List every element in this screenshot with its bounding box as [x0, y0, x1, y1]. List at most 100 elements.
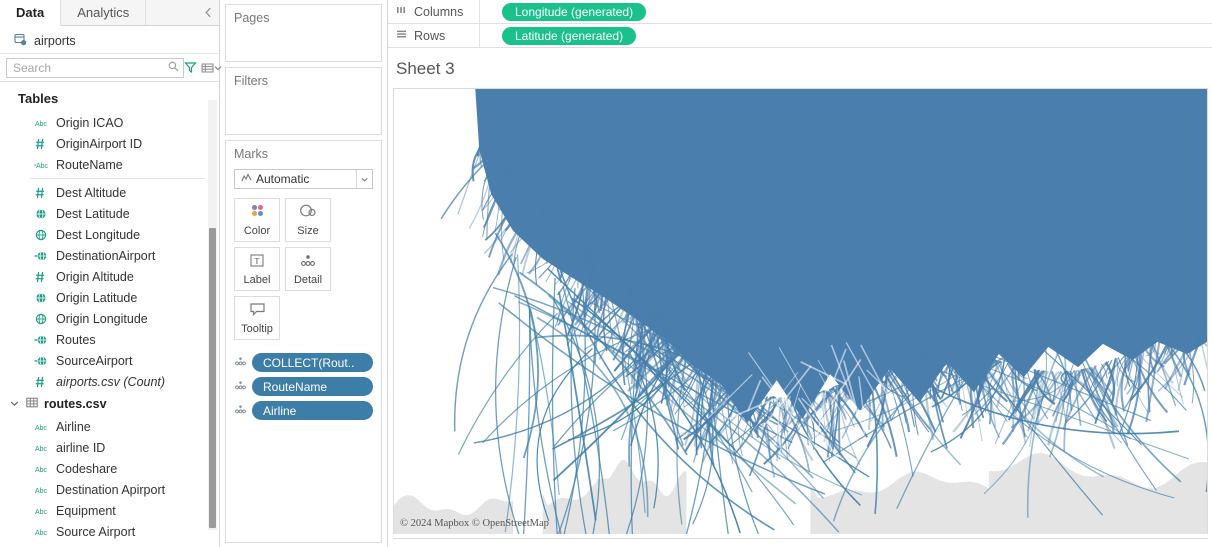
color-palette-icon: [249, 203, 266, 222]
caret-down-icon[interactable]: [214, 58, 222, 78]
data-pane-scrollbar[interactable]: [208, 100, 217, 530]
marks-detail-button[interactable]: Detail: [285, 247, 331, 291]
marks-color-button[interactable]: Color: [234, 198, 280, 242]
marks-tooltip-button[interactable]: Tooltip: [234, 296, 280, 340]
tab-data[interactable]: Data: [0, 0, 62, 26]
route-map-graphic: [394, 89, 1207, 534]
tab-analytics[interactable]: Analytics: [61, 0, 147, 25]
landmass-shape: [988, 452, 1207, 534]
chevron-down-icon[interactable]: [10, 399, 20, 409]
field-label: Equipment: [56, 503, 116, 518]
search-box[interactable]: [6, 57, 184, 78]
marks-label-label: Label: [243, 273, 271, 286]
field-item[interactable]: Abc airline ID: [0, 437, 219, 458]
search-icon: [168, 61, 179, 75]
tab-data-label: Data: [16, 5, 45, 20]
field-label: Airline: [56, 419, 91, 434]
field-item[interactable]: Routes: [0, 329, 219, 350]
pill-longitude-generated[interactable]: Longitude (generated): [502, 2, 647, 21]
mark-type-label: Automatic: [256, 172, 310, 186]
abc-icon: Abc: [34, 441, 48, 455]
chevron-left-icon[interactable]: [197, 0, 219, 25]
field-item[interactable]: Origin Altitude: [0, 266, 219, 287]
svg-text:Abc: Abc: [35, 425, 48, 432]
hash-number-icon: [34, 137, 48, 151]
marks-color-label: Color: [243, 225, 271, 237]
route-line: [495, 256, 520, 534]
field-label: Destination Apirport: [56, 482, 166, 497]
globe-geo-link-icon: [34, 249, 48, 263]
marks-label-button[interactable]: T Label: [234, 247, 280, 291]
field-label: DestinationAirport: [56, 248, 156, 263]
marks-pill[interactable]: COLLECT(Rout..: [252, 353, 373, 372]
marks-card-title: Marks: [234, 147, 269, 161]
field-item[interactable]: Abc RouteName: [0, 154, 219, 175]
worksheet-bottom-strip: [393, 538, 1208, 547]
field-item[interactable]: Abc Airline: [0, 416, 219, 437]
size-circles-icon: [299, 203, 317, 222]
route-strand: [457, 143, 484, 215]
field-item[interactable]: Dest Longitude: [0, 224, 219, 245]
table-group-header[interactable]: routes.csv: [0, 392, 219, 416]
tab-analytics-label: Analytics: [77, 5, 130, 20]
marks-pill[interactable]: Airline: [252, 401, 373, 420]
field-item[interactable]: Abc Origin ICAO: [0, 112, 219, 133]
map-canvas[interactable]: [394, 89, 1207, 534]
field-item[interactable]: Abc Codeshare: [0, 458, 219, 479]
tables-section-header: Tables: [18, 91, 59, 106]
route-strand: [1011, 364, 1015, 432]
data-pane: Data Analytics airports Search Tables Ab…: [0, 0, 222, 547]
marks-pills: COLLECT(Rout.. RouteName Airline: [234, 353, 373, 420]
route-strand: [683, 345, 687, 367]
field-item[interactable]: Abc Source Airport: [0, 521, 219, 542]
field-item[interactable]: Abc Equipment: [0, 500, 219, 521]
scrollbar-thumb[interactable]: [209, 228, 216, 528]
worksheet-title[interactable]: Sheet 3: [388, 48, 1212, 88]
columns-shelf[interactable]: Columns Longitude (generated): [388, 0, 1212, 24]
grid-view-icon[interactable]: [201, 58, 214, 78]
field-label: airline ID: [56, 440, 106, 455]
filter-funnel-icon[interactable]: [184, 58, 197, 78]
field-item[interactable]: airports.csv (Count): [0, 371, 219, 392]
abc-icon: Abc: [34, 504, 48, 518]
columns-text: Columns: [414, 4, 464, 19]
pages-card[interactable]: Pages: [225, 4, 382, 62]
route-line: [454, 253, 513, 432]
field-label: Origin Longitude: [56, 311, 148, 326]
field-item[interactable]: Origin Latitude: [0, 287, 219, 308]
filters-card[interactable]: Filters: [225, 67, 382, 135]
marks-tooltip-label: Tooltip: [241, 322, 273, 335]
field-item[interactable]: Dest Altitude: [0, 182, 219, 203]
datasource-row[interactable]: airports: [0, 32, 219, 54]
search-input[interactable]: [13, 60, 168, 75]
pill-latitude-generated[interactable]: Latitude (generated): [502, 26, 637, 45]
field-item[interactable]: OriginAirport ID: [0, 133, 219, 154]
field-item[interactable]: SourceAirport: [0, 350, 219, 371]
svg-text:Abc: Abc: [35, 121, 48, 128]
field-divider: [30, 178, 205, 179]
svg-text:Abc: Abc: [36, 163, 48, 170]
field-item[interactable]: Abc Destination Apirport: [0, 479, 219, 500]
mark-type-dropdown[interactable]: Automatic: [234, 169, 373, 189]
rows-shelf-label: Rows: [388, 24, 480, 47]
dense-route-mass-layer: [440, 89, 1207, 478]
marks-pill-row: RouteName: [234, 377, 373, 396]
abc-group-icon: Abc: [34, 158, 48, 172]
field-label: Origin Latitude: [56, 290, 138, 305]
abc-icon: Abc: [34, 525, 48, 539]
field-item[interactable]: DestinationAirport: [0, 245, 219, 266]
field-label: airports.csv (Count): [56, 374, 166, 389]
abc-icon: Abc: [34, 420, 48, 434]
rows-shelf[interactable]: Rows Latitude (generated): [388, 24, 1212, 48]
field-item[interactable]: Origin Longitude: [0, 308, 219, 329]
marks-pill[interactable]: RouteName: [252, 377, 373, 396]
worksheet-area: Columns Longitude (generated) Rows Latit…: [388, 0, 1212, 547]
globe-geo-open-icon: [34, 228, 48, 242]
marks-size-button[interactable]: Size: [285, 198, 331, 242]
tableau-window: Data Analytics airports Search Tables Ab…: [0, 0, 1212, 547]
viz-container[interactable]: © 2024 Mapbox © OpenStreetMap: [393, 88, 1208, 534]
field-item[interactable]: Dest Latitude: [0, 203, 219, 224]
rows-shelf-drop[interactable]: Latitude (generated): [480, 26, 1212, 45]
caret-down-icon[interactable]: [356, 170, 372, 188]
columns-shelf-drop[interactable]: Longitude (generated): [480, 2, 1212, 21]
